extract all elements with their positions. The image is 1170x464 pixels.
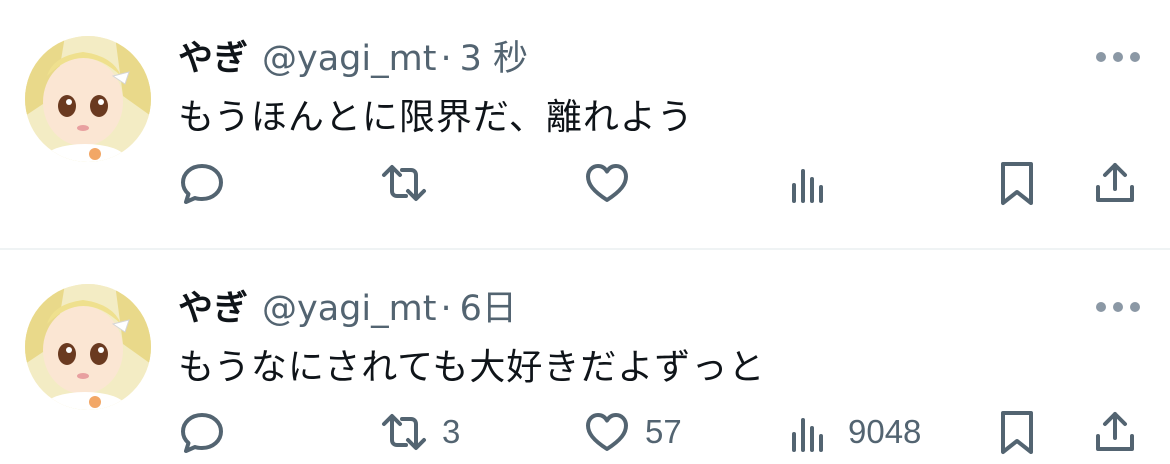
tweet-text: もうなにされても大好きだよずっと bbox=[178, 347, 766, 388]
views-count: 9048 bbox=[848, 413, 922, 450]
timestamp[interactable]: 6日 bbox=[460, 280, 517, 331]
share-button[interactable] bbox=[1091, 158, 1139, 208]
share-icon bbox=[1096, 412, 1134, 451]
separator-dot: · bbox=[440, 289, 452, 329]
tweet-header: やぎ @yagi_mt · 6日 bbox=[178, 280, 517, 330]
timeline: やぎ @yagi_mt · 3 秒 もうほんとに限界だ、離れよう やぎ @yag… bbox=[0, 0, 1170, 464]
retweet-icon bbox=[382, 165, 426, 201]
heart-icon bbox=[586, 413, 628, 451]
bookmark-icon bbox=[1001, 162, 1033, 205]
avatar[interactable] bbox=[25, 284, 151, 410]
views-button[interactable] bbox=[786, 158, 848, 208]
like-count: 57 bbox=[645, 413, 682, 450]
retweet-count: 3 bbox=[442, 413, 461, 450]
views-button[interactable]: 9048 bbox=[786, 407, 921, 457]
bookmark-button[interactable] bbox=[993, 158, 1041, 208]
reply-icon bbox=[181, 413, 223, 453]
tweet-text: もうほんとに限界だ、離れよう bbox=[178, 97, 694, 138]
avatar[interactable] bbox=[25, 36, 151, 162]
heart-icon bbox=[586, 164, 628, 202]
retweet-button[interactable] bbox=[380, 158, 442, 208]
like-button[interactable] bbox=[583, 158, 645, 208]
user-handle[interactable]: @yagi_mt bbox=[262, 289, 436, 329]
reply-button[interactable] bbox=[178, 158, 226, 208]
tweet[interactable]: やぎ @yagi_mt · 3 秒 もうほんとに限界だ、離れよう bbox=[0, 0, 1170, 248]
display-name[interactable]: やぎ bbox=[178, 30, 248, 81]
more-icon[interactable] bbox=[1096, 50, 1140, 64]
more-icon[interactable] bbox=[1096, 300, 1140, 314]
reply-button[interactable] bbox=[178, 407, 226, 457]
separator-dot: · bbox=[440, 39, 452, 79]
share-icon bbox=[1096, 163, 1134, 202]
analytics-icon bbox=[792, 169, 823, 203]
retweet-button[interactable]: 3 bbox=[380, 407, 460, 457]
retweet-icon bbox=[382, 414, 426, 450]
share-button[interactable] bbox=[1091, 407, 1139, 457]
bookmark-button[interactable] bbox=[993, 407, 1041, 457]
bookmark-icon bbox=[1001, 411, 1033, 454]
analytics-icon bbox=[792, 418, 823, 452]
user-handle[interactable]: @yagi_mt bbox=[262, 39, 436, 79]
tweet-header: やぎ @yagi_mt · 3 秒 bbox=[178, 30, 528, 80]
like-button[interactable]: 57 bbox=[583, 407, 682, 457]
timestamp[interactable]: 3 秒 bbox=[460, 30, 528, 81]
display-name[interactable]: やぎ bbox=[178, 280, 248, 331]
reply-icon bbox=[181, 164, 223, 204]
tweet[interactable]: やぎ @yagi_mt · 6日 もうなにされても大好きだよずっと 3 57 9… bbox=[0, 250, 1170, 464]
